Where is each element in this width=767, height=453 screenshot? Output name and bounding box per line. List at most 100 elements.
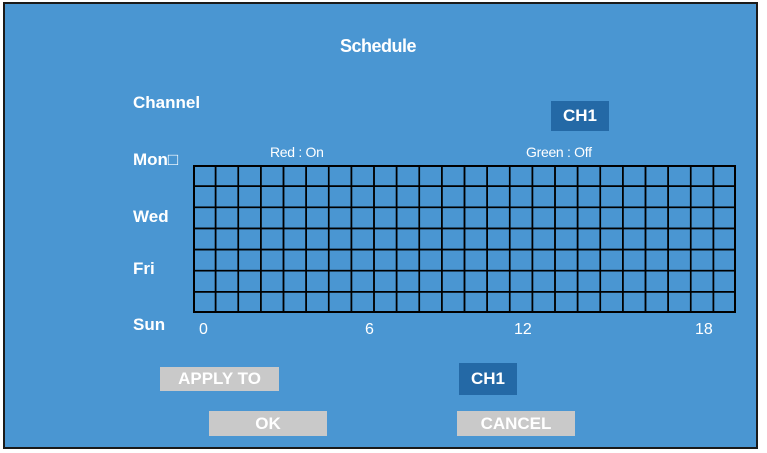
schedule-cell[interactable] — [350, 269, 375, 293]
schedule-cell[interactable] — [486, 291, 511, 313]
schedule-cell[interactable] — [327, 185, 353, 209]
schedule-cell[interactable] — [418, 269, 443, 293]
schedule-cell[interactable] — [350, 185, 375, 209]
schedule-cell[interactable] — [214, 206, 240, 230]
schedule-cell[interactable] — [667, 165, 692, 187]
schedule-cell[interactable] — [418, 206, 443, 230]
schedule-cell[interactable] — [644, 291, 669, 313]
apply-to-channel-button[interactable]: CH1 — [459, 363, 517, 395]
schedule-cell[interactable] — [260, 291, 285, 313]
schedule-cell[interactable] — [463, 206, 488, 230]
schedule-cell[interactable] — [282, 269, 307, 293]
schedule-cell[interactable] — [193, 291, 217, 313]
schedule-cell[interactable] — [599, 248, 624, 272]
schedule-cell[interactable] — [531, 269, 556, 293]
schedule-cell[interactable] — [463, 165, 488, 187]
schedule-cell[interactable] — [373, 269, 398, 293]
schedule-cell[interactable] — [214, 248, 240, 272]
schedule-cell[interactable] — [531, 185, 556, 209]
schedule-cell[interactable] — [327, 227, 353, 251]
schedule-cell[interactable] — [508, 291, 534, 313]
schedule-cell[interactable] — [712, 206, 736, 230]
schedule-cell[interactable] — [327, 206, 353, 230]
schedule-cell[interactable] — [486, 206, 511, 230]
schedule-cell[interactable] — [237, 248, 262, 272]
schedule-cell[interactable] — [508, 185, 534, 209]
schedule-cell[interactable] — [667, 185, 692, 209]
schedule-cell[interactable] — [712, 227, 736, 251]
schedule-cell[interactable] — [644, 248, 669, 272]
schedule-cell[interactable] — [260, 185, 285, 209]
schedule-cell[interactable] — [395, 185, 421, 209]
schedule-cell[interactable] — [282, 206, 307, 230]
schedule-cell[interactable] — [689, 269, 715, 293]
schedule-cell[interactable] — [599, 269, 624, 293]
schedule-cell[interactable] — [712, 248, 736, 272]
schedule-cell[interactable] — [282, 291, 307, 313]
schedule-cell[interactable] — [576, 185, 602, 209]
schedule-cell[interactable] — [712, 291, 736, 313]
schedule-cell[interactable] — [463, 227, 488, 251]
schedule-cell[interactable] — [395, 291, 421, 313]
schedule-cell[interactable] — [373, 291, 398, 313]
schedule-cell[interactable] — [395, 227, 421, 251]
schedule-cell[interactable] — [554, 291, 579, 313]
schedule-cell[interactable] — [486, 185, 511, 209]
schedule-cell[interactable] — [214, 227, 240, 251]
schedule-cell[interactable] — [260, 227, 285, 251]
schedule-cell[interactable] — [554, 269, 579, 293]
schedule-cell[interactable] — [193, 185, 217, 209]
schedule-cell[interactable] — [622, 227, 647, 251]
schedule-cell[interactable] — [576, 291, 602, 313]
schedule-cell[interactable] — [508, 165, 534, 187]
schedule-cell[interactable] — [554, 185, 579, 209]
schedule-cell[interactable] — [531, 206, 556, 230]
schedule-cell[interactable] — [667, 248, 692, 272]
schedule-cell[interactable] — [576, 227, 602, 251]
schedule-cell[interactable] — [441, 269, 466, 293]
schedule-cell[interactable] — [327, 248, 353, 272]
schedule-cell[interactable] — [689, 291, 715, 313]
schedule-cell[interactable] — [193, 269, 217, 293]
schedule-cell[interactable] — [441, 291, 466, 313]
schedule-cell[interactable] — [373, 227, 398, 251]
schedule-cell[interactable] — [531, 165, 556, 187]
schedule-cell[interactable] — [576, 165, 602, 187]
schedule-cell[interactable] — [712, 185, 736, 209]
schedule-cell[interactable] — [373, 185, 398, 209]
schedule-cell[interactable] — [599, 227, 624, 251]
schedule-cell[interactable] — [373, 248, 398, 272]
schedule-cell[interactable] — [712, 165, 736, 187]
schedule-cell[interactable] — [305, 291, 330, 313]
schedule-cell[interactable] — [418, 291, 443, 313]
schedule-cell[interactable] — [441, 165, 466, 187]
schedule-cell[interactable] — [260, 165, 285, 187]
schedule-cell[interactable] — [554, 206, 579, 230]
schedule-cell[interactable] — [554, 227, 579, 251]
schedule-cell[interactable] — [599, 206, 624, 230]
schedule-cell[interactable] — [441, 227, 466, 251]
schedule-cell[interactable] — [441, 206, 466, 230]
schedule-cell[interactable] — [395, 248, 421, 272]
schedule-cell[interactable] — [644, 227, 669, 251]
cancel-button[interactable]: CANCEL — [457, 411, 575, 436]
schedule-cell[interactable] — [350, 291, 375, 313]
schedule-cell[interactable] — [327, 165, 353, 187]
schedule-cell[interactable] — [282, 248, 307, 272]
schedule-cell[interactable] — [282, 165, 307, 187]
schedule-cell[interactable] — [531, 291, 556, 313]
schedule-cell[interactable] — [418, 185, 443, 209]
schedule-cell[interactable] — [622, 165, 647, 187]
schedule-cell[interactable] — [622, 291, 647, 313]
schedule-cell[interactable] — [237, 206, 262, 230]
ok-button[interactable]: OK — [209, 411, 327, 436]
schedule-cell[interactable] — [395, 165, 421, 187]
schedule-cell[interactable] — [441, 248, 466, 272]
schedule-cell[interactable] — [237, 185, 262, 209]
schedule-cell[interactable] — [554, 165, 579, 187]
schedule-cell[interactable] — [576, 269, 602, 293]
schedule-grid[interactable] — [193, 165, 736, 313]
schedule-cell[interactable] — [689, 227, 715, 251]
apply-to-button[interactable]: APPLY TO — [160, 367, 279, 391]
schedule-cell[interactable] — [305, 206, 330, 230]
